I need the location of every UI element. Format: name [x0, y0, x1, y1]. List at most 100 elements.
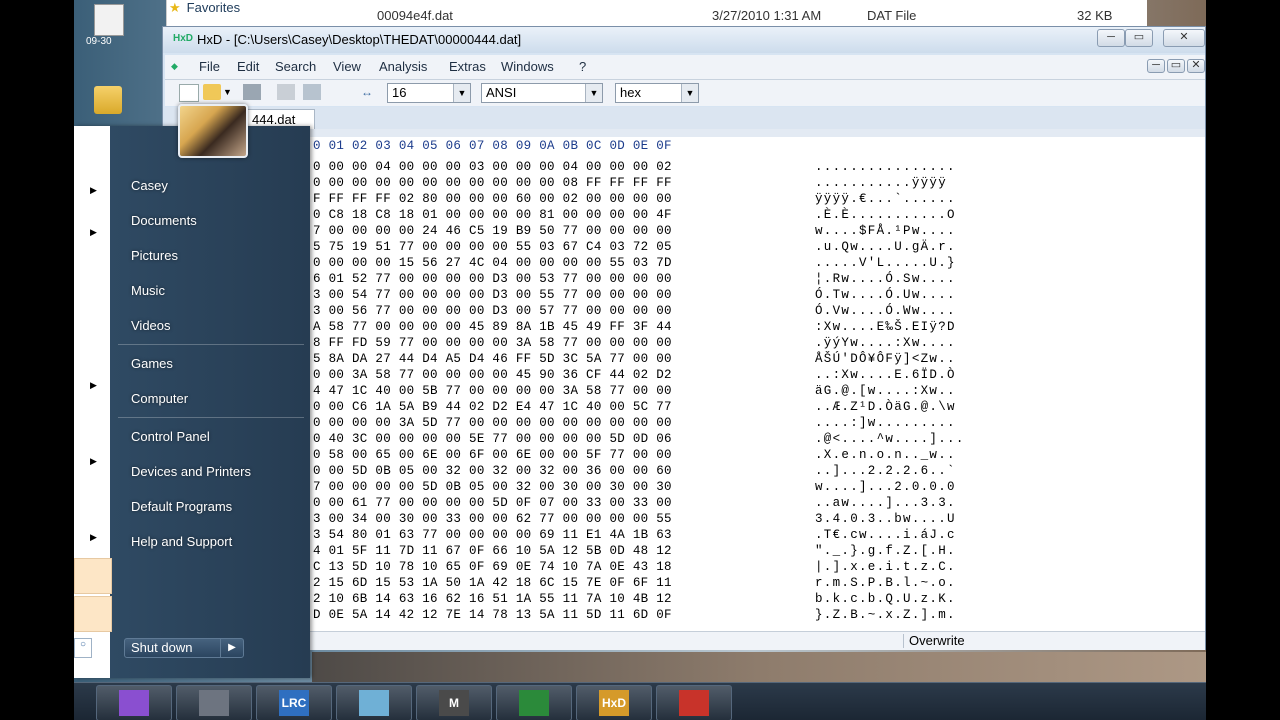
hex-row[interactable]: 0 00 61 77 00 00 00 00 5D 0F 07 00 33 00… — [313, 495, 672, 511]
start-item-music[interactable]: Music — [131, 283, 165, 298]
hex-row[interactable]: A 58 77 00 00 00 00 45 89 8A 1B 45 49 FF… — [313, 319, 672, 335]
hex-row[interactable]: 0 00 00 00 00 00 00 00 00 00 00 08 FF FF… — [313, 175, 672, 191]
hex-row[interactable]: 7 00 00 00 00 24 46 C5 19 B9 50 77 00 00… — [313, 223, 672, 239]
ascii-row[interactable]: Ó.Tw....Ó.Uw.... — [815, 287, 956, 303]
charset-select[interactable]: ANSI ▼ — [481, 83, 603, 103]
menu-search[interactable]: Search — [275, 59, 316, 74]
ascii-row[interactable]: :Xw....E‰Š.EIÿ?D — [815, 319, 956, 335]
taskbar-button[interactable] — [656, 685, 732, 720]
shutdown-options-icon[interactable]: ▶ — [220, 639, 243, 657]
jump-arrow-icon[interactable]: ▶ — [90, 227, 97, 238]
hex-row[interactable]: 7 00 00 00 00 5D 0B 05 00 32 00 30 00 30… — [313, 479, 672, 495]
ascii-row[interactable]: ÿÿÿÿ.€...`...... — [815, 191, 956, 207]
taskbar-button[interactable] — [96, 685, 172, 720]
ascii-row[interactable]: ..Æ.Z¹D.ÒäG.@.\w — [815, 399, 956, 415]
hex-row[interactable]: 3 00 56 77 00 00 00 00 D3 00 57 77 00 00… — [313, 303, 672, 319]
hex-row[interactable]: 0 00 5D 0B 05 00 32 00 32 00 32 00 36 00… — [313, 463, 672, 479]
doc-restore-button[interactable]: ▭ — [1167, 59, 1185, 73]
hex-row[interactable]: 5 8A DA 27 44 D4 A5 D4 46 FF 5D 3C 5A 77… — [313, 351, 672, 367]
taskbar-button[interactable]: HxD — [576, 685, 652, 720]
jump-arrow-icon[interactable]: ▶ — [90, 380, 97, 391]
favorites-item[interactable]: ★ Favorites — [169, 0, 240, 16]
desktop-file-icon[interactable] — [94, 4, 124, 36]
hex-row[interactable]: 0 00 C6 1A 5A B9 44 02 D2 E4 47 1C 40 00… — [313, 399, 672, 415]
menu-windows[interactable]: Windows — [501, 59, 554, 74]
hex-row[interactable]: 2 10 6B 14 63 16 62 16 51 1A 55 11 7A 10… — [313, 591, 672, 607]
doc-close-button[interactable]: ✕ — [1187, 59, 1205, 73]
hex-row[interactable]: 0 00 00 00 3A 5D 77 00 00 00 00 00 00 00… — [313, 415, 672, 431]
minimize-button[interactable]: ─ — [1097, 29, 1125, 47]
bytes-per-row-select[interactable]: 16 ▼ — [387, 83, 471, 103]
save-icon[interactable] — [243, 84, 261, 100]
ascii-row[interactable]: .@<....^w....]... — [815, 431, 965, 447]
hex-row[interactable]: 6 01 52 77 00 00 00 00 D3 00 53 77 00 00… — [313, 271, 672, 287]
start-item-control-panel[interactable]: Control Panel — [131, 429, 210, 444]
ascii-row[interactable]: .ÿýYw....:Xw.... — [815, 335, 956, 351]
close-button[interactable]: ✕ — [1163, 29, 1205, 47]
hex-row[interactable]: 4 01 5F 11 7D 11 67 0F 66 10 5A 12 5B 0D… — [313, 543, 672, 559]
ascii-row[interactable]: .X.e.n.o.n.._w.. — [815, 447, 956, 463]
search-icon[interactable]: ○ — [74, 638, 92, 658]
offset-base-select[interactable]: hex ▼ — [615, 83, 699, 103]
ascii-row[interactable]: ¦.Rw....Ó.Sw.... — [815, 271, 956, 287]
menu-file[interactable]: File — [199, 59, 220, 74]
ascii-row[interactable]: .È.È...........O — [815, 207, 956, 223]
ascii-row[interactable]: ..]...2.2.2.6..` — [815, 463, 956, 479]
menu-view[interactable]: View — [333, 59, 361, 74]
pinned-program-2[interactable] — [74, 596, 112, 632]
hex-row[interactable]: 3 54 80 01 63 77 00 00 00 00 69 11 E1 4A… — [313, 527, 672, 543]
ascii-row[interactable]: r.m.S.P.B.l.~.o. — [815, 575, 956, 591]
menu-help[interactable]: ? — [579, 59, 586, 74]
open-disk-icon[interactable] — [277, 84, 295, 100]
hex-row[interactable]: D 0E 5A 14 42 12 7E 14 78 13 5A 11 5D 11… — [313, 607, 672, 623]
ascii-row[interactable]: ....:]w......... — [815, 415, 956, 431]
status-mode[interactable]: Overwrite — [909, 633, 965, 648]
taskbar-button[interactable]: M — [416, 685, 492, 720]
open-ram-icon[interactable] — [303, 84, 321, 100]
menu-edit[interactable]: Edit — [237, 59, 259, 74]
ascii-row[interactable]: .....V'L.....U.} — [815, 255, 956, 271]
jump-arrow-icon[interactable]: ▶ — [90, 456, 97, 467]
hex-row[interactable]: 4 47 1C 40 00 5B 77 00 00 00 00 3A 58 77… — [313, 383, 672, 399]
shutdown-button[interactable]: Shut down ▶ — [124, 638, 244, 658]
hex-row[interactable]: 3 00 34 00 30 00 33 00 00 62 77 00 00 00… — [313, 511, 672, 527]
taskbar-button[interactable] — [496, 685, 572, 720]
start-item-games[interactable]: Games — [131, 356, 173, 371]
maximize-button[interactable]: ▭ — [1125, 29, 1153, 47]
ascii-row[interactable]: ÅŠÚ'DÔ¥ÔFÿ]<Zw.. — [815, 351, 956, 367]
hex-row[interactable]: 0 00 00 00 15 56 27 4C 04 00 00 00 00 55… — [313, 255, 672, 271]
ascii-row[interactable]: w....$FÅ.¹Pw.... — [815, 223, 956, 239]
hex-row[interactable]: 2 15 6D 15 53 1A 50 1A 42 18 6C 15 7E 0F… — [313, 575, 672, 591]
start-item-pictures[interactable]: Pictures — [131, 248, 178, 263]
start-item-documents[interactable]: Documents — [131, 213, 197, 228]
desktop-folder-icon[interactable] — [94, 86, 122, 114]
start-item-devices[interactable]: Devices and Printers — [131, 464, 251, 479]
doc-minimize-button[interactable]: ─ — [1147, 59, 1165, 73]
ascii-row[interactable]: .u.Qw....U.gÄ.r. — [815, 239, 956, 255]
taskbar-button[interactable] — [336, 685, 412, 720]
hex-row[interactable]: 0 C8 18 C8 18 01 00 00 00 00 81 00 00 00… — [313, 207, 672, 223]
start-item-user[interactable]: Casey — [131, 178, 168, 193]
hex-row[interactable]: C 13 5D 10 78 10 65 0F 69 0E 74 10 7A 0E… — [313, 559, 672, 575]
hex-row[interactable]: 0 40 3C 00 00 00 00 5E 77 00 00 00 00 5D… — [313, 431, 672, 447]
ascii-row[interactable]: ..aw....]...3.3. — [815, 495, 956, 511]
new-file-icon[interactable] — [179, 84, 199, 102]
ascii-row[interactable]: äG.@.[w....:Xw.. — [815, 383, 956, 399]
hex-editor[interactable]: 0 01 02 03 04 05 06 07 08 09 0A 0B 0C 0D… — [165, 137, 1205, 631]
open-dropdown-icon[interactable]: ▼ — [223, 84, 233, 100]
open-folder-icon[interactable] — [203, 84, 221, 100]
ascii-row[interactable]: ..:Xw....E.6ÏD.Ò — [815, 367, 956, 383]
hex-row[interactable]: F FF FF FF 02 80 00 00 00 60 00 02 00 00… — [313, 191, 672, 207]
ascii-row[interactable]: "._.}.g.f.Z.[.H. — [815, 543, 956, 559]
hex-row[interactable]: 0 00 3A 58 77 00 00 00 00 45 90 36 CF 44… — [313, 367, 672, 383]
jump-arrow-icon[interactable]: ▶ — [90, 185, 97, 196]
taskbar-button[interactable]: LRC — [256, 685, 332, 720]
ascii-row[interactable]: b.k.c.b.Q.U.z.K. — [815, 591, 956, 607]
ascii-row[interactable]: .T€.cw....i.áJ.c — [815, 527, 956, 543]
hex-row[interactable]: 3 00 54 77 00 00 00 00 D3 00 55 77 00 00… — [313, 287, 672, 303]
menu-analysis[interactable]: Analysis — [379, 59, 427, 74]
user-avatar[interactable] — [178, 104, 248, 158]
ascii-row[interactable]: |.].x.e.i.t.z.C. — [815, 559, 956, 575]
taskbar-button[interactable] — [176, 685, 252, 720]
start-item-default-programs[interactable]: Default Programs — [131, 499, 232, 514]
